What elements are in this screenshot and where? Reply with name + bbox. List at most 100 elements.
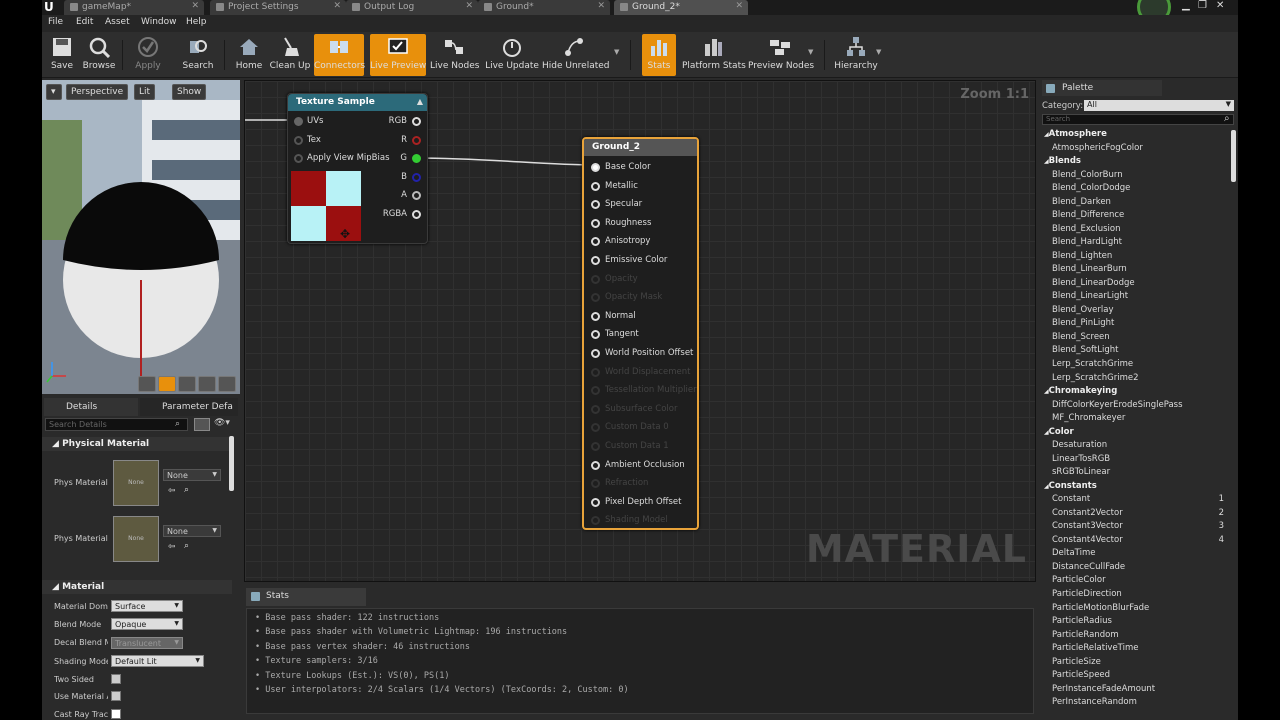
palette-item[interactable]: Desaturation [1052,440,1107,450]
palette-scrollbar[interactable] [1231,130,1236,182]
custom-mesh-preview-icon[interactable] [218,376,236,392]
material-input-pin[interactable] [591,349,600,358]
palette-item[interactable]: DistanceCullFade [1052,562,1125,572]
material-domain-select[interactable]: Surface ▼ [111,600,183,612]
palette-item[interactable]: Blend_ColorDodge [1052,183,1130,193]
palette-item[interactable]: MF_Chromakeyer [1052,413,1125,423]
decal-blend-mode-select[interactable]: Translucent ▼ [111,637,183,649]
menu-asset[interactable]: Asset [105,17,130,27]
use-selected-icon[interactable]: ⇦ [168,542,176,552]
category-select[interactable]: All ▼ [1084,100,1234,111]
clean-up-button[interactable]: Clean Up [268,34,312,76]
palette-item[interactable]: Lerp_ScratchGrime2 [1052,373,1138,383]
palette-item[interactable]: Constant2Vector [1052,508,1123,518]
palette-item[interactable]: ParticleColor [1052,575,1106,585]
shading-model-select[interactable]: Default Lit ▼ [111,655,204,667]
palette-item[interactable]: PerInstanceRandom [1052,697,1137,707]
maximize-icon[interactable]: ❐ [1198,0,1207,11]
palette-category[interactable]: ◢Color [1044,427,1074,437]
menu-file[interactable]: File [48,17,63,27]
phys-material-thumbnail[interactable]: None [113,460,159,506]
close-icon[interactable]: ✕ [191,1,199,11]
material-input-pin[interactable] [591,200,600,210]
material-input-pin[interactable] [591,497,600,507]
uvs-input-pin[interactable] [294,117,303,126]
menu-window[interactable]: Window [141,17,177,27]
palette-item[interactable]: Blend_LinearDodge [1052,278,1135,288]
use-material-attributes-checkbox[interactable] [111,691,121,701]
tab-ground[interactable]: Ground* ✕ [478,0,610,15]
tab-project-settings[interactable]: Project Settings ✕ [210,0,346,15]
perspective-button[interactable]: Perspective [66,84,129,100]
palette-item[interactable]: ParticleSpeed [1052,670,1110,680]
palette-item[interactable]: ParticleSize [1052,657,1101,667]
use-selected-icon[interactable]: ⇦ [168,486,176,496]
phys-material-picker[interactable]: None ▼ [163,525,221,537]
browse-button[interactable]: Browse [80,34,118,76]
chevron-down-icon[interactable]: ▼ [808,48,813,56]
palette-item[interactable]: LinearTosRGB [1052,454,1110,464]
g-output-pin[interactable] [412,154,421,163]
menu-edit[interactable]: Edit [76,17,93,27]
tab-ground-2[interactable]: Ground_2* ✕ [614,0,748,15]
palette-item[interactable]: Blend_Difference [1052,210,1124,220]
stats-button[interactable]: Stats [642,34,676,76]
save-button[interactable]: Save [44,34,80,76]
palette-item[interactable]: ParticleDirection [1052,589,1122,599]
palette-item[interactable]: Constant3Vector [1052,521,1123,531]
tab-details[interactable]: Details [44,398,138,416]
cast-ray-traced-shadows-checkbox[interactable] [111,709,121,719]
live-nodes-button[interactable]: Live Nodes [430,34,479,76]
palette-item[interactable]: Constant4Vector [1052,535,1123,545]
palette-item[interactable]: Blend_Darken [1052,197,1111,207]
chevron-down-icon[interactable]: ▼ [614,48,619,56]
category-material[interactable]: ◢ Material [42,580,232,594]
palette-item[interactable]: DiffColorKeyerErodeSinglePass [1052,400,1183,410]
palette-item[interactable]: Blend_ColorBurn [1052,170,1123,180]
apply-button[interactable]: Apply [128,34,168,76]
tab-stats[interactable]: Stats [246,588,366,606]
hide-unrelated-button[interactable]: Hide Unrelated [542,34,610,76]
palette-item[interactable]: ParticleRandom [1052,630,1119,640]
material-input-pin[interactable] [591,181,600,191]
material-input-pin[interactable] [591,218,600,228]
material-input-pin[interactable] [591,311,600,321]
view-options-icon[interactable] [194,418,210,431]
palette-item[interactable]: Blend_PinLight [1052,318,1114,328]
palette-item[interactable]: Blend_Overlay [1052,305,1114,315]
tab-parameter-defaults[interactable]: Parameter Defa [140,398,238,416]
collapse-arrow-icon[interactable]: ▲ [417,97,423,106]
palette-item[interactable]: ParticleMotionBlurFade [1052,603,1149,613]
tex-input-pin[interactable] [294,136,303,145]
material-preview-viewport[interactable]: ▾ Perspective Lit Show [42,80,240,394]
details-scrollbar[interactable] [229,436,234,491]
palette-item[interactable]: Blend_HardLight [1052,237,1122,247]
palette-item[interactable]: Blend_LinearLight [1052,291,1128,301]
details-search-input[interactable]: Search Details [45,418,188,431]
platform-stats-button[interactable]: Platform Stats [682,34,746,76]
close-icon[interactable]: ✕ [333,1,341,11]
chevron-down-icon[interactable]: ▼ [876,48,881,56]
two-sided-checkbox[interactable] [111,674,121,684]
palette-item[interactable]: Blend_Screen [1052,332,1110,342]
live-preview-button[interactable]: Live Preview [370,34,426,76]
palette-item[interactable]: Blend_Exclusion [1052,224,1121,234]
texture-sample-node[interactable]: Texture Sample ▲ UVs Tex Apply View MipB… [287,93,428,244]
close-window-icon[interactable]: ✕ [1216,0,1224,11]
cylinder-preview-icon[interactable] [138,376,156,392]
menu-help[interactable]: Help [186,17,207,27]
material-input-pin[interactable] [591,237,600,247]
palette-category[interactable]: ◢Blends [1044,156,1081,166]
material-result-node[interactable]: Ground_2 Base Color Metallic Specular Rough… [582,137,699,530]
palette-category[interactable]: ◢Chromakeying [1044,386,1117,396]
connectors-button[interactable]: Connectors [314,34,365,76]
palette-category[interactable]: ◢Atmosphere [1044,129,1107,139]
rgb-output-pin[interactable] [412,117,421,126]
close-icon[interactable]: ✕ [597,1,605,11]
eye-icon[interactable]: 👁▾ [214,418,230,428]
close-icon[interactable]: ✕ [735,1,743,11]
rgba-output-pin[interactable] [412,210,421,219]
b-output-pin[interactable] [412,173,421,182]
palette-item[interactable]: ParticleRadius [1052,616,1112,626]
search-button[interactable]: Search [178,34,218,76]
